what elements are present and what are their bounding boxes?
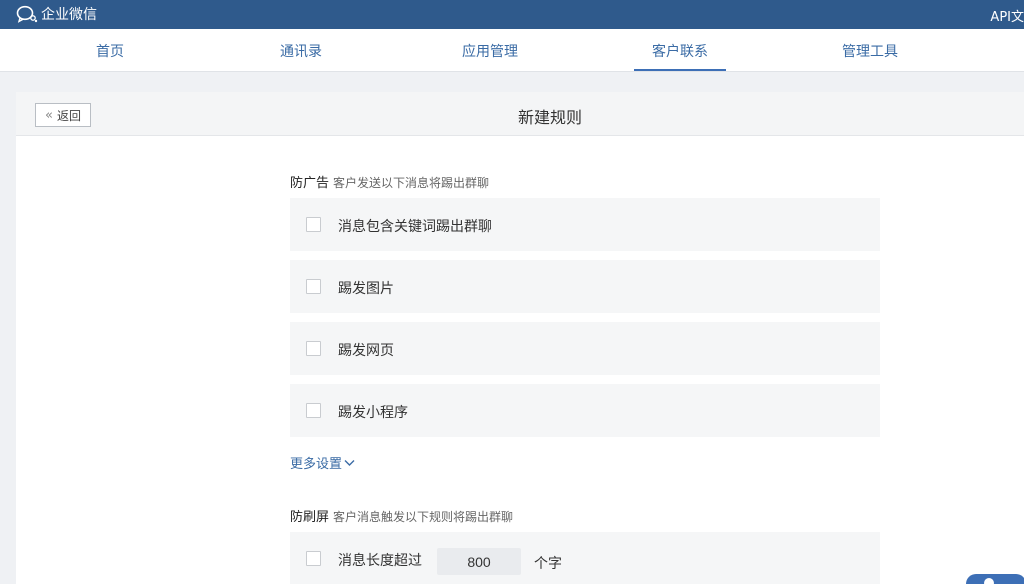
- brand-logo[interactable]: 企业微信: [16, 4, 97, 24]
- nav-item-home[interactable]: 首页: [96, 41, 124, 61]
- floating-help-button[interactable]: [966, 574, 1024, 584]
- section-anti-spam-title: 防刷屏 客户消息触发以下规则将踢出群聊: [290, 506, 513, 525]
- card-header: « 返回 新建规则: [16, 92, 1024, 136]
- option-row-kick-miniprogram: 踢发小程序: [290, 384, 880, 437]
- option-row-kick-image: 踢发图片: [290, 260, 880, 313]
- section-anti-spam-subtitle: 客户消息触发以下规则将踢出群聊: [333, 510, 514, 524]
- more-settings-link[interactable]: 更多设置: [290, 453, 355, 472]
- nav-item-apps[interactable]: 应用管理: [462, 41, 518, 61]
- option-row-kick-webpage: 踢发网页: [290, 322, 880, 375]
- page-title: 新建规则: [517, 108, 583, 127]
- option-label-kick-webpage: 踢发网页: [338, 343, 394, 359]
- double-chevron-left-icon: «: [45, 107, 53, 123]
- checkbox-kick-miniprogram[interactable]: [306, 403, 321, 418]
- checkbox-kick-webpage[interactable]: [306, 341, 321, 356]
- api-docs-link[interactable]: API文: [990, 6, 1024, 25]
- option-row-keyword-kick: 消息包含关键词踢出群聊: [290, 198, 880, 251]
- nav-item-contacts[interactable]: 通讯录: [280, 41, 322, 61]
- option-label-kick-miniprogram: 踢发小程序: [338, 405, 408, 421]
- more-settings-label: 更多设置: [290, 457, 343, 472]
- brand-name: 企业微信: [41, 7, 97, 23]
- top-bar: 企业微信 API文: [0, 0, 1024, 29]
- nav-active-indicator: [634, 69, 726, 71]
- section-anti-ads-heading: 防广告: [290, 176, 330, 191]
- section-anti-spam-heading: 防刷屏: [290, 510, 330, 525]
- option-row-message-length: 消息长度超过 个字: [290, 532, 880, 584]
- option-label-keyword-kick: 消息包含关键词踢出群聊: [338, 219, 492, 235]
- main-nav: 首页 通讯录 应用管理 客户联系 管理工具: [0, 29, 1024, 72]
- message-length-unit: 个字: [534, 556, 562, 572]
- option-label-message-length: 消息长度超过: [338, 553, 422, 569]
- checkbox-keyword-kick[interactable]: [306, 217, 321, 232]
- chevron-down-icon: [344, 459, 355, 466]
- section-anti-ads-title: 防广告 客户发送以下消息将踢出群聊: [290, 172, 489, 191]
- section-anti-ads-subtitle: 客户发送以下消息将踢出群聊: [333, 176, 490, 190]
- checkbox-kick-image[interactable]: [306, 279, 321, 294]
- chat-bubble-logo-icon: [16, 5, 38, 23]
- back-button-label: 返回: [56, 108, 81, 123]
- option-label-kick-image: 踢发图片: [338, 281, 394, 297]
- nav-item-customer-contact[interactable]: 客户联系: [652, 41, 708, 61]
- nav-item-admin-tools[interactable]: 管理工具: [842, 41, 898, 61]
- checkbox-message-length[interactable]: [306, 551, 321, 566]
- message-length-input[interactable]: [437, 548, 521, 575]
- back-button[interactable]: « 返回: [35, 103, 91, 127]
